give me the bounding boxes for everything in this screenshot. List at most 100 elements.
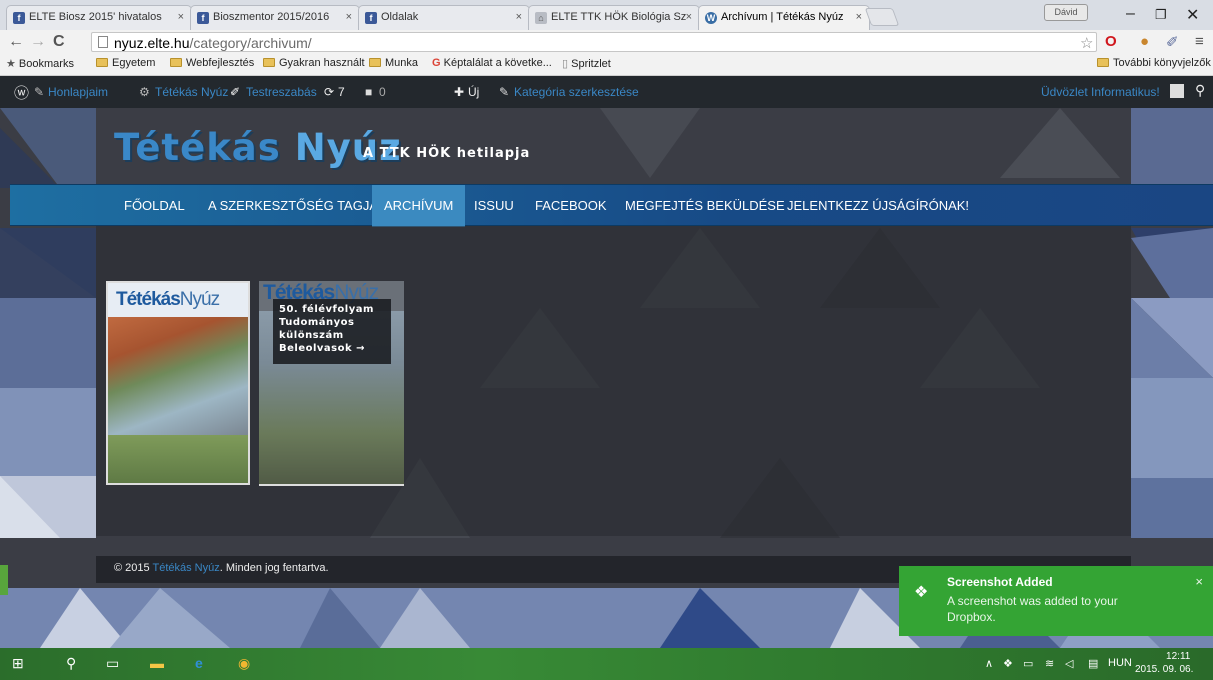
windows-taskbar: ⊞ ⚲ ▭ ▬ e ◉ ∧ ❖ ▭ ≋ ◁ ▤ HUN 12:11 2015. … — [0, 648, 1213, 680]
customize-link[interactable]: ✐ Testreszabás — [230, 85, 317, 99]
pencil-icon: ✎ — [499, 85, 510, 99]
nav-item-archivum[interactable]: ARCHÍVUM — [372, 185, 466, 227]
wordpress-icon[interactable]: ⓦ — [14, 82, 29, 103]
wifi-icon[interactable]: ≋ — [1045, 657, 1054, 670]
site-name-link[interactable]: ⚙ Tétékás Nyúz — [139, 85, 228, 99]
opera-extension-icon[interactable]: O — [1105, 33, 1117, 50]
close-icon[interactable]: × — [346, 11, 352, 23]
my-sites-link[interactable]: ✎ Honlapjaim — [34, 85, 108, 99]
folder-icon — [170, 58, 182, 67]
notification-title: Screenshot Added — [947, 575, 1053, 589]
bookmarks-button[interactable]: ★ Bookmarks — [6, 57, 74, 70]
browser-tab[interactable]: f Oldalak × — [358, 5, 530, 30]
browser-tab[interactable]: f Bioszmentor 2015/2016 × — [190, 5, 360, 30]
wrench-icon: ✎ — [34, 85, 45, 99]
wordpress-icon: W — [705, 12, 717, 24]
dropbox-tray-icon[interactable]: ❖ — [1003, 657, 1013, 670]
battery-icon[interactable]: ▭ — [1023, 657, 1033, 670]
show-hidden-icons-icon[interactable]: ∧ — [985, 657, 993, 670]
minimize-icon[interactable]: – — [1126, 5, 1135, 23]
chrome-icon[interactable]: ◉ — [238, 655, 250, 672]
reload-icon[interactable]: C — [53, 33, 65, 51]
screen: f ELTE Biosz 2015' hivatalos × f Bioszme… — [0, 0, 1213, 680]
star-icon: ★ — [6, 58, 19, 70]
browser-tab[interactable]: f ELTE Biosz 2015' hivatalos × — [6, 5, 192, 30]
folder-icon — [1097, 58, 1109, 67]
bookmark-folder[interactable]: Munka — [369, 57, 418, 69]
bookmark-folder[interactable]: Gyakran használt — [263, 57, 365, 69]
other-bookmarks[interactable]: További könyvjelzők — [1097, 57, 1211, 69]
account-greeting[interactable]: Üdvözlet Informatikus! — [1041, 85, 1160, 99]
issue-overlay[interactable]: 50. félévfolyam Tudományos különszám Bel… — [273, 299, 391, 364]
forward-icon[interactable]: → — [30, 33, 46, 51]
dropbox-icon: ❖ — [914, 584, 929, 601]
close-icon[interactable]: × — [1195, 574, 1203, 589]
browser-tab-active[interactable]: W Archívum | Tétékás Nyúz × — [698, 5, 870, 30]
back-icon[interactable]: ← — [8, 33, 24, 51]
tab-label: ELTE TTK HÖK Biológia Sz — [551, 11, 687, 23]
bookmark-link[interactable]: G Képtalálat a követke... — [432, 57, 552, 69]
star-icon[interactable]: ☆ — [1080, 34, 1093, 52]
issue-cover[interactable]: TétékásNyúz — [106, 281, 250, 485]
page-icon: ▯ — [562, 58, 572, 70]
address-bar[interactable]: nyuz.elte.hu/category/archivum/ — [91, 32, 1097, 52]
close-icon[interactable]: × — [856, 11, 862, 23]
notification-message: A screenshot was added to your Dropbox. — [947, 594, 1118, 624]
close-icon[interactable]: × — [686, 11, 692, 23]
avatar[interactable] — [1170, 84, 1184, 98]
bookmarks-bar: ★ Bookmarks Egyetem Webfejlesztés Gyakra… — [0, 54, 1213, 76]
brush-icon: ✐ — [230, 85, 241, 99]
comments-link[interactable]: ■ 0 — [365, 85, 386, 99]
archive-content — [96, 226, 1131, 536]
facebook-icon: f — [197, 12, 209, 24]
eyedropper-extension-icon[interactable]: ✐ — [1166, 33, 1179, 51]
task-view-icon[interactable]: ▭ — [106, 655, 119, 672]
dropbox-notification[interactable]: ❖ Screenshot Added A screenshot was adde… — [899, 566, 1213, 636]
overlay-line: Tudományos — [279, 317, 355, 328]
volume-icon[interactable]: ◁ — [1065, 657, 1073, 670]
updates-icon: ⟳ — [324, 85, 335, 99]
edge-icon[interactable]: e — [195, 655, 203, 671]
clock[interactable]: 12:11 2015. 09. 06. — [1135, 650, 1193, 676]
menu-icon[interactable]: ≡ — [1195, 33, 1204, 50]
bookmark-folder[interactable]: Egyetem — [96, 57, 155, 69]
new-tab-button[interactable] — [864, 8, 900, 26]
action-center-icon[interactable]: ▤ — [1088, 657, 1098, 670]
nav-item-megfejtes[interactable]: MEGFEJTÉS BEKÜLDÉSE — [613, 185, 797, 227]
profile-button[interactable]: Dávid — [1044, 4, 1088, 21]
restore-icon[interactable]: ❐ — [1155, 7, 1167, 23]
bookmark-link[interactable]: ▯ Spritzlet — [562, 57, 611, 70]
language-indicator[interactable]: HUN — [1108, 657, 1132, 669]
nav-item-facebook[interactable]: FACEBOOK — [523, 185, 619, 227]
file-explorer-icon[interactable]: ▬ — [150, 655, 164, 671]
tab-label: Oldalak — [381, 11, 419, 23]
site-logo[interactable]: Tétékás Nyúz — [114, 126, 402, 169]
browser-tab[interactable]: ⌂ ELTE TTK HÖK Biológia Sz × — [528, 5, 700, 30]
windows-start-icon[interactable]: ⊞ — [12, 655, 24, 672]
read-more-link[interactable]: Beleolvasok → — [279, 342, 385, 355]
footer-site-link[interactable]: Tétékás Nyúz — [153, 562, 220, 574]
url-text: nyuz.elte.hu/category/archivum/ — [114, 35, 312, 51]
plus-icon: ✚ — [454, 85, 465, 99]
search-icon[interactable]: ⚲ — [1195, 82, 1205, 99]
cover-contents — [108, 435, 248, 483]
nav-item-jelentkezz[interactable]: JELENTKEZZ ÚJSÁGÍRÓNAK! — [775, 185, 981, 227]
nav-item-fooldal[interactable]: FŐOLDAL — [112, 185, 197, 227]
facebook-icon: f — [365, 12, 377, 24]
folder-icon — [369, 58, 381, 67]
folder-icon — [263, 58, 275, 67]
nav-item-issuu[interactable]: ISSUU — [462, 185, 526, 227]
window-close-icon[interactable]: ✕ — [1186, 5, 1199, 25]
nav-item-szerkesztoseg[interactable]: A SZERKESZTŐSÉG TAGJAI — [196, 185, 394, 227]
overlay-line: 50. félévfolyam — [279, 304, 374, 315]
cookie-extension-icon[interactable]: ● — [1140, 33, 1149, 50]
bookmark-folder[interactable]: Webfejlesztés — [170, 57, 254, 69]
new-content-link[interactable]: ✚ Új — [454, 85, 479, 99]
edit-category-link[interactable]: ✎ Kategória szerkesztése — [499, 85, 639, 99]
close-icon[interactable]: × — [516, 11, 522, 23]
tab-label: Bioszmentor 2015/2016 — [213, 11, 330, 23]
close-icon[interactable]: × — [178, 11, 184, 23]
browser-tabstrip: f ELTE Biosz 2015' hivatalos × f Bioszme… — [0, 0, 1213, 30]
search-icon[interactable]: ⚲ — [66, 655, 76, 672]
updates-link[interactable]: ⟳ 7 — [324, 85, 345, 99]
